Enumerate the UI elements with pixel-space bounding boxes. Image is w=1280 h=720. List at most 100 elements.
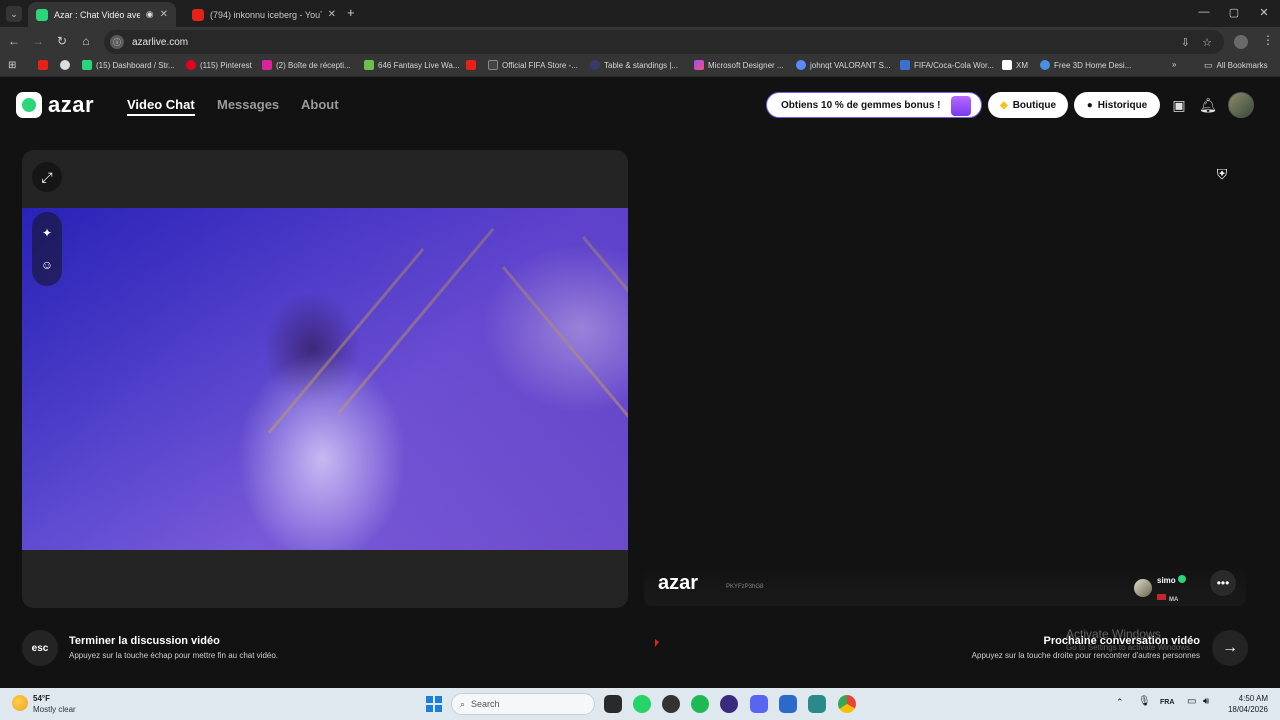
bookmark-item[interactable]: Free 3D Home Desi...	[1040, 60, 1131, 70]
bookmark-item[interactable]: 646 Fantasy Live Wa...	[364, 60, 460, 70]
audio-icon: ◉	[145, 9, 154, 19]
bookmark-item[interactable]: johnqt VALORANT S...	[796, 60, 891, 70]
tray-overflow-icon[interactable]: ⌃	[1116, 697, 1124, 708]
weather-condition: Mostly clear	[33, 705, 76, 714]
weather-moon-icon[interactable]	[12, 695, 28, 711]
partner-country: MA	[1169, 597, 1179, 603]
nav-about[interactable]: About	[301, 97, 339, 112]
close-tab-icon[interactable]: ✕	[328, 9, 336, 20]
reload-icon[interactable]: ↻	[54, 34, 70, 48]
minimize-button[interactable]: —	[1194, 6, 1214, 18]
bookmark-item[interactable]: XM	[1002, 60, 1028, 70]
bookmark-star-icon[interactable]: ☆	[1202, 36, 1212, 49]
bell-icon[interactable]: 🔔︎	[1199, 97, 1217, 113]
chat-bubble-icon[interactable]: •••	[1210, 570, 1236, 596]
nav-video-chat[interactable]: Video Chat	[127, 97, 195, 116]
azar-watermark-logo: azar	[658, 572, 699, 594]
bookmark-item[interactable]: (2) Boîte de récepti...	[262, 60, 351, 70]
address-bar[interactable]: ⓘ azarlive.com ⇩ ☆	[104, 30, 1224, 54]
report-shield-icon[interactable]: ⛨	[1212, 166, 1232, 188]
bookmark-item[interactable]: Table & standings |...	[590, 60, 678, 70]
bookmark-item[interactable]: (115) Pinterest	[186, 60, 252, 70]
azar-favicon-icon	[36, 8, 48, 21]
close-tab-icon[interactable]: ✕	[160, 9, 168, 20]
discord-icon[interactable]	[750, 695, 768, 713]
profile-avatar-icon[interactable]	[1234, 35, 1248, 49]
browser-toolbar: ← → ↻ ⌂ ⓘ azarlive.com ⇩ ☆ ⋮	[0, 27, 1280, 57]
partner-name: simo	[1157, 576, 1176, 585]
nav-messages[interactable]: Messages	[217, 97, 279, 112]
bookmark-item[interactable]: (15) Dashboard / Str...	[82, 60, 175, 70]
home-icon[interactable]: ⌂	[78, 34, 94, 48]
face-filter-icon[interactable]: ☺	[39, 258, 55, 274]
clock-time[interactable]: 4:50 AM	[1232, 694, 1268, 703]
end-chat-title: Terminer la discussion vidéo	[69, 635, 220, 647]
search-icon: ⌕	[460, 698, 466, 709]
back-arrow-icon[interactable]: ←	[6, 34, 22, 48]
tab-search-button[interactable]: ⌄	[6, 6, 22, 22]
clock-date[interactable]: 18/04/2026	[1226, 705, 1268, 714]
new-tab-button[interactable]: +	[347, 5, 355, 20]
end-chat-button[interactable]: esc	[22, 630, 58, 666]
shop-button[interactable]: ◆ Boutique	[988, 92, 1068, 118]
partner-info-bar: azar PKYFzP3hG8 simo MA •••	[644, 564, 1246, 606]
site-info-icon[interactable]: ⓘ	[110, 35, 124, 49]
bookmark-item[interactable]	[466, 60, 476, 70]
windows-taskbar: 54°F Mostly clear ⌕ Search ⌃ 🎙︎ FRA ▭ 🔊︎…	[0, 688, 1280, 720]
file-explorer-icon[interactable]	[604, 695, 622, 713]
close-window-button[interactable]: ✕	[1254, 6, 1274, 19]
maximize-button[interactable]: ▢	[1224, 6, 1244, 19]
app-icon[interactable]	[662, 695, 680, 713]
video-tint	[22, 208, 628, 550]
network-icon[interactable]: ▭	[1187, 696, 1196, 707]
spotify-icon[interactable]	[691, 695, 709, 713]
user-avatar[interactable]	[1228, 92, 1254, 118]
weather-temperature: 54°F	[33, 694, 50, 703]
chrome-icon[interactable]	[838, 695, 856, 713]
app-icon[interactable]	[720, 695, 738, 713]
url-text: azarlive.com	[132, 36, 189, 48]
expand-icon[interactable]: ⤢	[32, 162, 62, 192]
bookmark-item[interactable]: Microsoft Designer ...	[694, 60, 784, 70]
windows-start-icon[interactable]	[426, 696, 442, 712]
magic-wand-icon[interactable]: ✦	[39, 226, 55, 242]
mouse-cursor-icon	[655, 639, 659, 647]
youtube-favicon-icon	[192, 8, 204, 21]
bookmarks-overflow-icon[interactable]: »	[1172, 60, 1176, 69]
tab-title: (794) inkonnu iceberg - YouTub	[210, 9, 322, 20]
tab-youtube[interactable]: (794) inkonnu iceberg - YouTub ✕	[184, 2, 344, 27]
all-bookmarks-button[interactable]: ▭ All Bookmarks	[1204, 60, 1268, 71]
menu-kebab-icon[interactable]: ⋮	[1262, 33, 1274, 47]
next-chat-hint: Appuyez sur la touche droite pour rencon…	[971, 651, 1200, 660]
bookmark-youtube-icon[interactable]	[38, 60, 48, 70]
bookmark-item[interactable]: FIFA/Coca-Cola Wor...	[900, 60, 994, 70]
input-language[interactable]: FRA	[1160, 699, 1174, 706]
history-button[interactable]: ● Historique	[1074, 92, 1160, 118]
bookmark-item[interactable]: Official FIFA Store -...	[488, 60, 578, 70]
apps-grid-icon[interactable]: ⊞	[8, 60, 16, 71]
partner-profile[interactable]: simo MA	[1134, 570, 1186, 606]
browser-tab-strip: ⌄ Azar : Chat Vidéo avec de n ◉ ✕ (794) …	[0, 0, 1280, 27]
self-video-panel: ⤢ ✦ ☺	[22, 150, 628, 608]
remote-desktop-icon[interactable]	[779, 695, 797, 713]
install-app-icon[interactable]: ⇩	[1181, 36, 1190, 49]
azar-logo[interactable]: azar	[16, 92, 94, 118]
activate-windows-hint: Go to Settings to activate Windows.	[1066, 643, 1193, 652]
next-chat-arrow-icon[interactable]: →	[1212, 630, 1248, 666]
bookmark-chrome-icon[interactable]	[60, 60, 70, 70]
bonus-gems-button[interactable]: Obtiens 10 % de gemmes bonus !	[766, 92, 982, 118]
morocco-flag-icon	[1157, 593, 1166, 600]
shop-label: Boutique	[1012, 99, 1057, 111]
whatsapp-icon[interactable]	[633, 695, 651, 713]
taskbar-search[interactable]: ⌕ Search	[451, 693, 595, 715]
volume-icon[interactable]: 🔊︎	[1203, 696, 1209, 707]
activate-windows-title: Activate Windows	[1066, 627, 1161, 641]
microphone-icon[interactable]: 🎙︎	[1138, 696, 1151, 707]
partner-avatar	[1134, 579, 1152, 597]
forward-arrow-icon[interactable]: →	[30, 34, 46, 48]
store-icon[interactable]: ▣	[1170, 97, 1188, 113]
app-icon[interactable]	[808, 695, 826, 713]
camera-tools: ✦ ☺	[32, 212, 62, 286]
clock-icon: ●	[1086, 99, 1093, 111]
tab-azar[interactable]: Azar : Chat Vidéo avec de n ◉ ✕	[28, 2, 176, 27]
